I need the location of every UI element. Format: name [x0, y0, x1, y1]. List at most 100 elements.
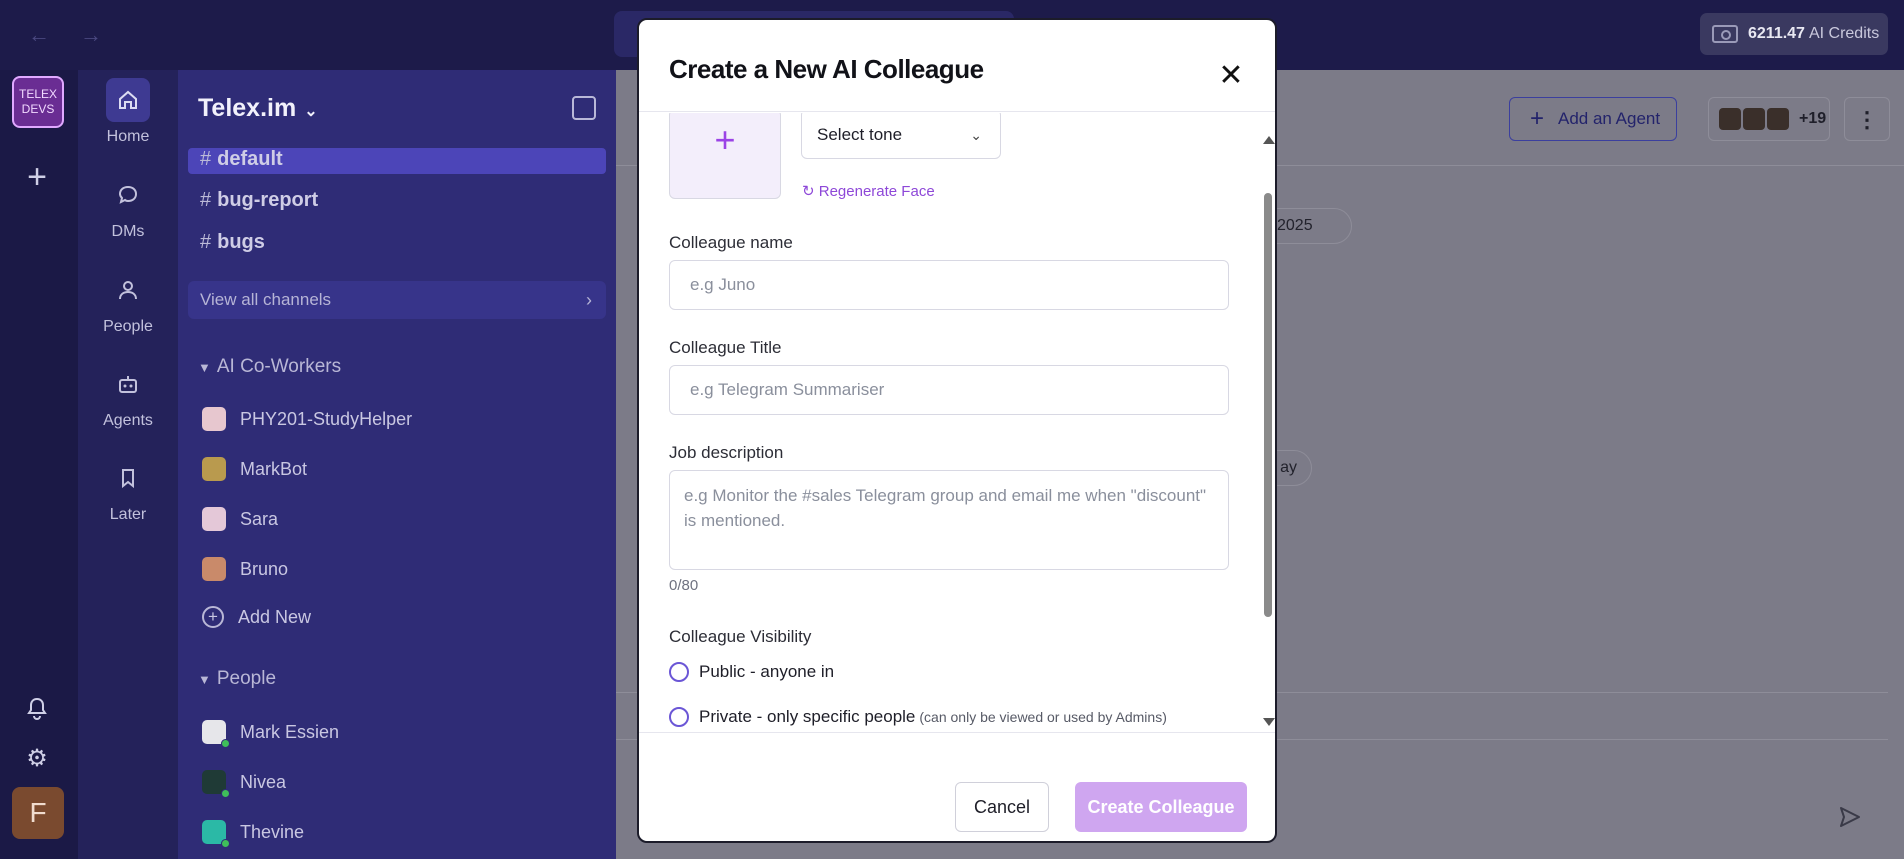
people-section[interactable]: ▼ People: [198, 668, 276, 690]
ai-worker-item[interactable]: MarkBot: [202, 454, 307, 484]
visibility-label: Colleague Visibility: [669, 627, 812, 646]
send-icon[interactable]: [1838, 805, 1864, 831]
ai-worker-name: PHY201-StudyHelper: [240, 408, 413, 429]
forward-arrow-icon[interactable]: →: [76, 20, 106, 50]
user-avatar[interactable]: F: [12, 787, 64, 839]
channel-label: default: [217, 148, 283, 170]
caret-down-icon: ▼: [198, 360, 211, 375]
nav-later[interactable]: Later: [78, 456, 178, 524]
bookmark-icon: [106, 456, 150, 500]
visibility-private-option[interactable]: Private - only specific people (can only…: [669, 707, 1167, 727]
ai-worker-item[interactable]: Bruno: [202, 554, 288, 584]
scroll-up-arrow[interactable]: [1263, 136, 1275, 144]
nav-dms[interactable]: DMs: [78, 173, 178, 241]
nav-home[interactable]: Home: [78, 78, 178, 146]
workspace-badge[interactable]: TELEX DEVS: [12, 76, 64, 128]
plus-icon: +: [714, 119, 736, 160]
tone-select[interactable]: Select tone ⌄: [801, 113, 1001, 159]
create-colleague-modal: Create a New AI Colleague ✕ + Select ton…: [637, 18, 1277, 843]
visibility-public-option[interactable]: Public - anyone in: [669, 662, 834, 682]
channel-bug-report[interactable]: # bug-report: [188, 185, 606, 215]
add-agent-label: Add an Agent: [1558, 109, 1661, 128]
person-item[interactable]: Thevine: [202, 817, 305, 848]
online-indicator: [221, 839, 230, 848]
section-label: People: [216, 668, 277, 689]
refresh-icon: ↻: [802, 183, 819, 200]
channel-label: bugs: [217, 231, 265, 253]
person-icon: [106, 268, 150, 312]
close-icon[interactable]: ✕: [1217, 61, 1245, 91]
modal-body: + Select tone ⌄ ↻ Regenerate Face Collea…: [639, 113, 1275, 733]
public-option-label: Public - anyone in: [699, 662, 835, 681]
colleague-name-input[interactable]: [669, 260, 1229, 310]
compose-icon[interactable]: [572, 96, 596, 120]
more-options-icon[interactable]: ⋮: [1844, 97, 1890, 141]
nav-dms-label: DMs: [111, 223, 145, 240]
nav-column: Home DMs People Agents Later: [78, 70, 178, 859]
create-colleague-button[interactable]: Create Colleague: [1075, 782, 1247, 832]
nav-home-label: Home: [106, 128, 150, 145]
workspace-badge-line1: TELEX: [18, 87, 57, 101]
ai-avatar: [202, 507, 226, 531]
radio-button[interactable]: [669, 707, 689, 727]
home-icon: [106, 78, 150, 122]
nav-agents[interactable]: Agents: [78, 362, 178, 430]
chevron-right-icon: ›: [586, 290, 592, 310]
ai-worker-name: MarkBot: [240, 458, 308, 479]
section-label: AI Co-Workers: [216, 356, 342, 377]
channel-bugs[interactable]: # bugs: [188, 227, 606, 257]
colleague-title-label: Colleague Title: [669, 338, 782, 357]
plus-icon: +: [1530, 105, 1545, 132]
nav-people[interactable]: People: [78, 268, 178, 336]
view-all-channels[interactable]: View all channels ›: [188, 281, 606, 319]
add-workspace-icon[interactable]: +: [22, 160, 52, 194]
person-name: Thevine: [240, 821, 305, 842]
cancel-button[interactable]: Cancel: [955, 782, 1049, 832]
online-indicator: [221, 739, 230, 748]
job-description-input[interactable]: [669, 470, 1229, 570]
member-avatar: [1719, 108, 1741, 130]
ai-worker-item[interactable]: PHY201-StudyHelper: [202, 404, 412, 434]
scrollbar-thumb[interactable]: [1264, 193, 1272, 617]
member-avatars[interactable]: +19: [1708, 97, 1830, 141]
ai-worker-item[interactable]: Sara: [202, 504, 278, 534]
ai-coworkers-section[interactable]: ▼ AI Co-Workers: [198, 356, 341, 378]
tone-select-value: Select tone: [817, 125, 903, 144]
ai-worker-name: Bruno: [240, 558, 289, 579]
person-item[interactable]: Mark Essien: [202, 717, 339, 748]
view-all-label: View all channels: [200, 290, 332, 309]
workspace-badge-line2: DEVS: [21, 102, 55, 116]
ai-credits-badge[interactable]: 6211.47 AI Credits: [1700, 13, 1888, 55]
member-avatar: [1743, 108, 1765, 130]
person-avatar: [202, 720, 230, 748]
upload-face-button[interactable]: +: [669, 113, 781, 199]
radio-button[interactable]: [669, 662, 689, 682]
modal-footer: Cancel Create Colleague: [639, 732, 1275, 841]
nav-people-label: People: [103, 318, 153, 335]
channel-default[interactable]: # default: [188, 148, 606, 174]
hash-icon: #: [200, 231, 212, 253]
colleague-title-input[interactable]: [669, 365, 1229, 415]
channel-label: bug-report: [217, 189, 319, 211]
add-agent-button[interactable]: + Add an Agent: [1509, 97, 1677, 141]
ai-avatar: [202, 557, 226, 581]
nav-later-label: Later: [109, 506, 147, 523]
private-option-label: Private - only specific people: [699, 707, 916, 726]
online-indicator: [221, 789, 230, 798]
gear-icon[interactable]: ⚙: [24, 746, 50, 772]
plus-circle-icon: +: [202, 606, 224, 628]
person-avatar: [202, 820, 230, 848]
workspace-switcher[interactable]: Telex.im ⌄: [198, 94, 318, 123]
back-arrow-icon[interactable]: ←: [24, 20, 54, 50]
add-new-coworker[interactable]: + Add New: [202, 606, 311, 628]
bell-icon[interactable]: [24, 697, 50, 723]
member-avatar: [1767, 108, 1789, 130]
private-option-note: (can only be viewed or used by Admins): [919, 709, 1167, 725]
person-item[interactable]: Nivea: [202, 767, 286, 798]
ai-worker-name: Sara: [240, 508, 279, 529]
chevron-down-icon: ⌄: [970, 127, 982, 143]
caret-down-icon: ▼: [198, 672, 211, 687]
nav-agents-label: Agents: [103, 412, 153, 429]
scroll-down-arrow[interactable]: [1263, 718, 1275, 726]
regenerate-face-link[interactable]: ↻ Regenerate Face: [802, 182, 935, 200]
